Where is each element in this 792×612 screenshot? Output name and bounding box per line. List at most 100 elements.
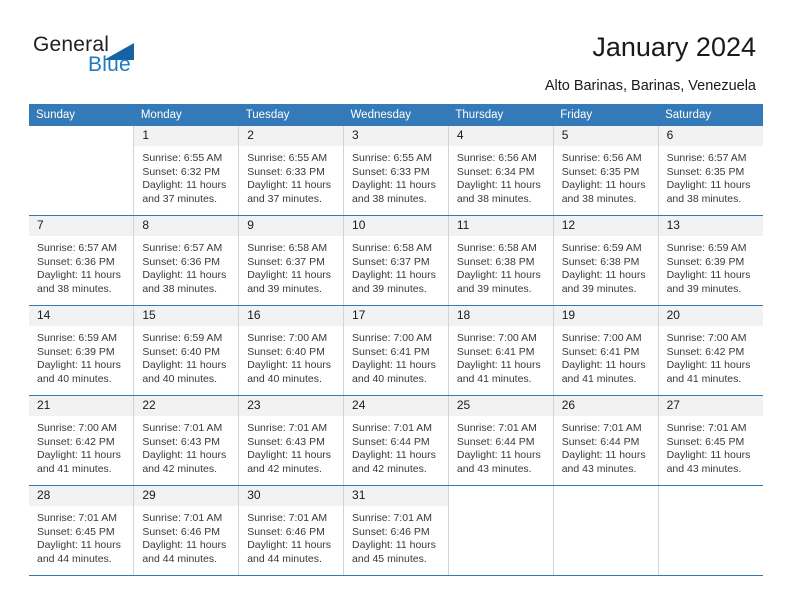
daylight-text-line2: and 38 minutes.: [352, 192, 427, 205]
sunrise-text: Sunrise: 7:01 AM: [456, 422, 537, 434]
daylight-text-line1: Daylight: 11 hours: [352, 269, 436, 282]
calendar-day-cell[interactable]: 7 Sunrise: 6:57 AM Sunset: 6:36 PM Daylight…: [29, 215, 134, 306]
sunrise-text: Sunrise: 6:59 AM: [666, 242, 747, 254]
calendar-day-cell-empty: [657, 485, 763, 576]
calendar-day-cell[interactable]: 6 Sunrise: 6:57 AM Sunset: 6:35 PM Daylight…: [657, 126, 763, 216]
sunrise-text: Sunrise: 6:56 AM: [561, 152, 642, 164]
sunset-text: Sunset: 6:42 PM: [666, 345, 745, 358]
daylight-text-line1: Daylight: 11 hours: [352, 179, 436, 192]
sunrise-text: Sunrise: 6:59 AM: [142, 332, 223, 344]
calendar-day-cell[interactable]: 27 Sunrise: 7:01 AM Sunset: 6:45 PM Dayligh…: [657, 395, 763, 486]
calendar-day-cell[interactable]: 20 Sunrise: 7:00 AM Sunset: 6:42 PM Dayligh…: [657, 305, 763, 396]
daylight-text-line1: Daylight: 11 hours: [142, 449, 227, 462]
calendar-grid: Sunday Monday Tuesday Wednesday Thursday…: [29, 104, 763, 576]
calendar-day-cell[interactable]: 9 Sunrise: 6:58 AM Sunset: 6:37 PM Daylight…: [238, 215, 344, 306]
generalblue-logo[interactable]: General Blue: [33, 33, 153, 81]
calendar-day-cell[interactable]: 21 Sunrise: 7:00 AM Sunset: 6:42 PM Dayligh…: [29, 395, 134, 486]
daylight-text-line2: and 40 minutes.: [352, 372, 427, 385]
daylight-text-line1: Daylight: 11 hours: [352, 539, 436, 552]
daylight-text-line2: and 45 minutes.: [352, 552, 427, 565]
sunset-text: Sunset: 6:35 PM: [561, 165, 640, 178]
calendar-day-cell[interactable]: 31 Sunrise: 7:01 AM Sunset: 6:46 PM Dayligh…: [343, 485, 449, 576]
calendar-table: Sunday Monday Tuesday Wednesday Thursday…: [29, 104, 763, 576]
day-sun-info: Sunrise: 7:01 AM Sunset: 6:45 PM Daylight:…: [29, 506, 133, 566]
calendar-day-cell[interactable]: 25 Sunrise: 7:01 AM Sunset: 6:44 PM Dayligh…: [447, 395, 554, 486]
calendar-day-cell-empty: [447, 485, 554, 576]
day-number: 8: [134, 216, 239, 236]
daylight-text-line2: and 38 minutes.: [456, 192, 532, 205]
day-number: 2: [239, 126, 344, 146]
day-sun-info: Sunrise: 6:59 AM Sunset: 6:38 PM Daylight:…: [554, 236, 658, 296]
calendar-day-cell[interactable]: 1 Sunrise: 6:55 AM Sunset: 6:32 PM Daylight…: [133, 126, 239, 216]
calendar-day-cell[interactable]: 26 Sunrise: 7:01 AM Sunset: 6:44 PM Dayligh…: [552, 395, 659, 486]
day-number: 28: [29, 486, 134, 506]
day-number: 18: [448, 306, 553, 326]
daylight-text-line2: and 39 minutes.: [666, 282, 742, 295]
sunrise-text: Sunrise: 6:59 AM: [37, 332, 117, 344]
sunset-text: Sunset: 6:37 PM: [352, 255, 430, 268]
calendar-day-cell[interactable]: 18 Sunrise: 7:00 AM Sunset: 6:41 PM Dayligh…: [447, 305, 554, 396]
day-number: 19: [553, 306, 658, 326]
calendar-day-cell[interactable]: 2 Sunrise: 6:55 AM Sunset: 6:33 PM Daylight…: [238, 126, 344, 216]
daylight-text-line2: and 40 minutes.: [247, 372, 322, 385]
day-number: 21: [29, 396, 134, 416]
calendar-day-cell[interactable]: 23 Sunrise: 7:01 AM Sunset: 6:43 PM Dayligh…: [238, 395, 344, 486]
sunset-text: Sunset: 6:38 PM: [561, 255, 640, 268]
calendar-day-cell[interactable]: 14 Sunrise: 6:59 AM Sunset: 6:39 PM Dayligh…: [29, 305, 134, 396]
day-sun-info: Sunrise: 7:00 AM Sunset: 6:40 PM Daylight:…: [239, 326, 343, 386]
calendar-day-cell[interactable]: 22 Sunrise: 7:01 AM Sunset: 6:43 PM Dayligh…: [133, 395, 239, 486]
calendar-day-cell[interactable]: 4 Sunrise: 6:56 AM Sunset: 6:34 PM Daylight…: [447, 126, 554, 216]
sunrise-text: Sunrise: 7:01 AM: [247, 422, 328, 434]
daylight-text-line2: and 40 minutes.: [142, 372, 218, 385]
sunrise-text: Sunrise: 6:58 AM: [456, 242, 537, 254]
calendar-day-cell[interactable]: 30 Sunrise: 7:01 AM Sunset: 6:46 PM Dayligh…: [238, 485, 344, 576]
daylight-text-line2: and 38 minutes.: [561, 192, 637, 205]
sunset-text: Sunset: 6:39 PM: [666, 255, 745, 268]
calendar-day-cell[interactable]: 10 Sunrise: 6:58 AM Sunset: 6:37 PM Dayligh…: [343, 215, 449, 306]
logo-text-blue: Blue: [88, 53, 131, 76]
calendar-day-cell-empty: [552, 485, 659, 576]
sunrise-text: Sunrise: 7:00 AM: [352, 332, 432, 344]
day-number: 25: [448, 396, 553, 416]
daylight-text-line2: and 39 minutes.: [247, 282, 322, 295]
calendar-day-cell[interactable]: 11 Sunrise: 6:58 AM Sunset: 6:38 PM Dayligh…: [447, 215, 554, 306]
calendar-day-cell[interactable]: 29 Sunrise: 7:01 AM Sunset: 6:46 PM Dayligh…: [133, 485, 239, 576]
weekday-header-saturday: Saturday: [658, 104, 763, 126]
day-number: [553, 486, 658, 506]
daylight-text-line2: and 41 minutes.: [37, 462, 112, 475]
calendar-day-cell[interactable]: 5 Sunrise: 6:56 AM Sunset: 6:35 PM Daylight…: [552, 126, 659, 216]
calendar-day-cell[interactable]: 3 Sunrise: 6:55 AM Sunset: 6:33 PM Daylight…: [343, 126, 449, 216]
calendar-day-cell[interactable]: 8 Sunrise: 6:57 AM Sunset: 6:36 PM Daylight…: [133, 215, 239, 306]
calendar-day-cell[interactable]: 16 Sunrise: 7:00 AM Sunset: 6:40 PM Dayligh…: [238, 305, 344, 396]
sunset-text: Sunset: 6:37 PM: [247, 255, 325, 268]
sunset-text: Sunset: 6:44 PM: [561, 435, 640, 448]
daylight-text-line2: and 38 minutes.: [666, 192, 742, 205]
daylight-text-line2: and 42 minutes.: [352, 462, 427, 475]
calendar-day-cell[interactable]: 15 Sunrise: 6:59 AM Sunset: 6:40 PM Dayligh…: [133, 305, 239, 396]
daylight-text-line1: Daylight: 11 hours: [456, 179, 541, 192]
calendar-week-row: 28 Sunrise: 7:01 AM Sunset: 6:45 PM Dayligh…: [29, 485, 763, 576]
sunset-text: Sunset: 6:46 PM: [247, 525, 325, 538]
day-sun-info: Sunrise: 7:00 AM Sunset: 6:41 PM Daylight:…: [554, 326, 658, 386]
sunrise-text: Sunrise: 7:00 AM: [561, 332, 642, 344]
calendar-day-cell[interactable]: 12 Sunrise: 6:59 AM Sunset: 6:38 PM Dayligh…: [552, 215, 659, 306]
day-sun-info: Sunrise: 7:00 AM Sunset: 6:42 PM Daylight:…: [659, 326, 763, 386]
sunset-text: Sunset: 6:46 PM: [352, 525, 430, 538]
sunrise-text: Sunrise: 7:01 AM: [37, 512, 117, 524]
calendar-day-cell[interactable]: 19 Sunrise: 7:00 AM Sunset: 6:41 PM Dayligh…: [552, 305, 659, 396]
daylight-text-line1: Daylight: 11 hours: [37, 359, 121, 372]
day-number: 20: [658, 306, 763, 326]
day-sun-info: Sunrise: 7:01 AM Sunset: 6:43 PM Daylight:…: [239, 416, 343, 476]
daylight-text-line2: and 44 minutes.: [37, 552, 112, 565]
calendar-day-cell[interactable]: 13 Sunrise: 6:59 AM Sunset: 6:39 PM Dayligh…: [657, 215, 763, 306]
calendar-day-cell[interactable]: 28 Sunrise: 7:01 AM Sunset: 6:45 PM Dayligh…: [29, 485, 134, 576]
calendar-day-cell[interactable]: 17 Sunrise: 7:00 AM Sunset: 6:41 PM Dayligh…: [343, 305, 449, 396]
sunset-text: Sunset: 6:46 PM: [142, 525, 220, 538]
weekday-header-friday: Friday: [553, 104, 659, 126]
daylight-text-line1: Daylight: 11 hours: [247, 539, 332, 552]
day-sun-info: Sunrise: 6:59 AM Sunset: 6:39 PM Daylight:…: [659, 236, 763, 296]
sunrise-text: Sunrise: 6:57 AM: [666, 152, 747, 164]
sunset-text: Sunset: 6:39 PM: [37, 345, 115, 358]
calendar-day-cell[interactable]: 24 Sunrise: 7:01 AM Sunset: 6:44 PM Dayligh…: [343, 395, 449, 486]
sunrise-text: Sunrise: 7:01 AM: [142, 512, 223, 524]
